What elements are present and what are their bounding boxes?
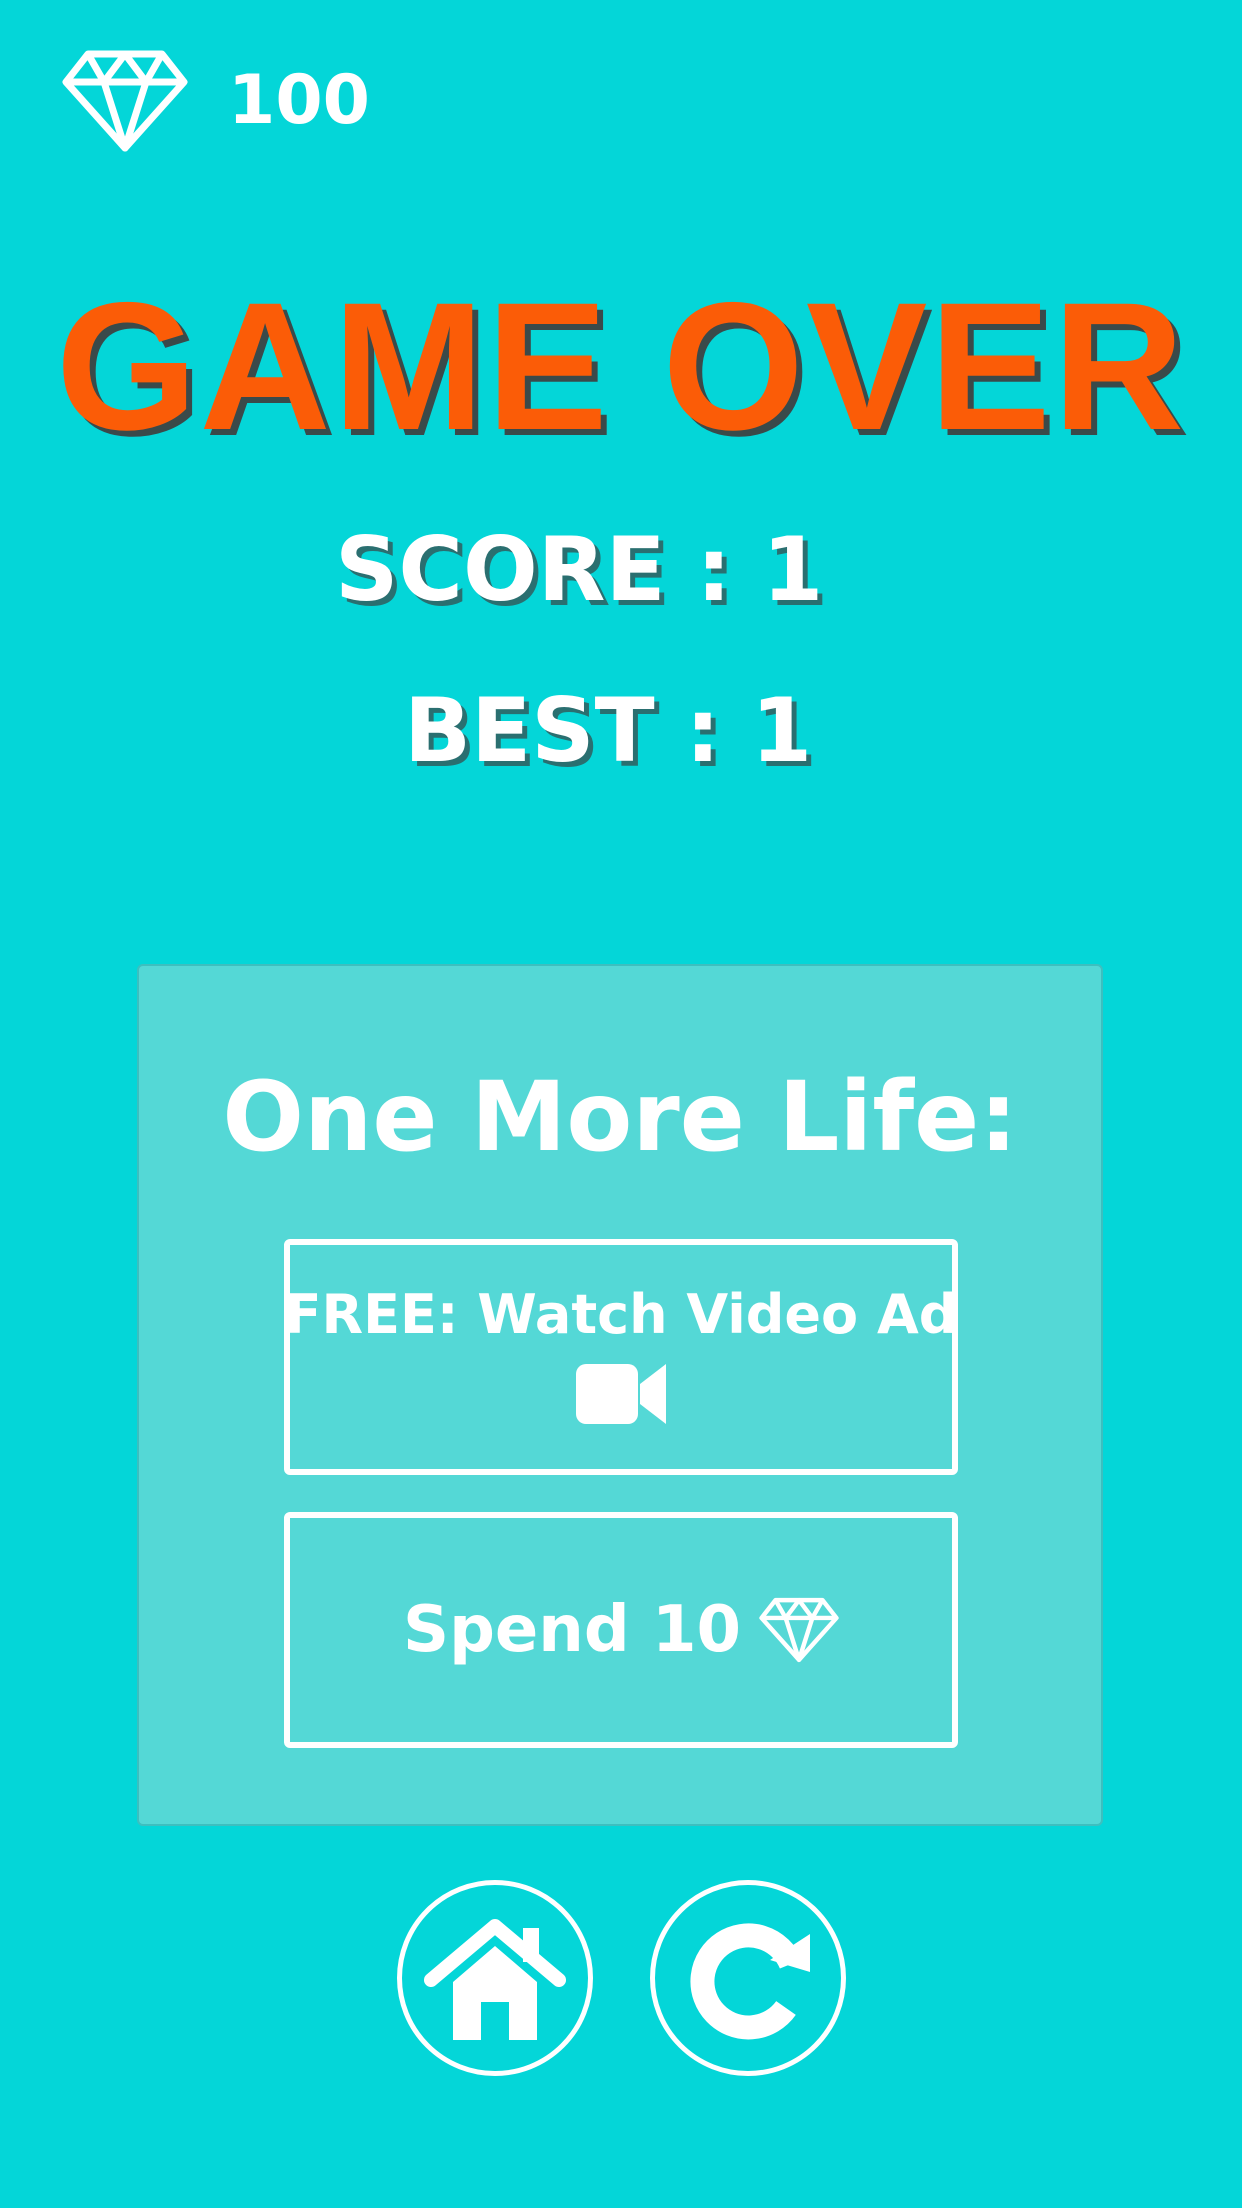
- spend-gems-label: Spend 10: [402, 1593, 742, 1667]
- home-icon: [424, 1919, 566, 2040]
- gem-count: 100: [228, 61, 370, 140]
- watch-video-ad-button[interactable]: FREE: Watch Video Ad: [284, 1239, 958, 1475]
- spend-gems-button[interactable]: Spend 10: [284, 1512, 958, 1748]
- watch-video-ad-label: FREE: Watch Video Ad: [284, 1283, 958, 1346]
- video-camera-icon: [576, 1364, 666, 1424]
- diamond-icon: [62, 50, 188, 152]
- gem-counter: 100: [62, 50, 370, 152]
- best-score-label: BEST : 1: [404, 679, 813, 782]
- one-more-life-title: One More Life:: [222, 1061, 1018, 1173]
- diamond-icon: [759, 1597, 839, 1663]
- home-button[interactable]: [397, 1880, 593, 2076]
- score-label: SCORE : 1: [335, 518, 824, 621]
- restart-button[interactable]: [650, 1880, 846, 2076]
- game-over-title: GAME OVER: [55, 264, 1187, 468]
- one-more-life-panel: One More Life: FREE: Watch Video Ad Spen…: [137, 964, 1103, 1826]
- restart-icon: [690, 1923, 810, 2040]
